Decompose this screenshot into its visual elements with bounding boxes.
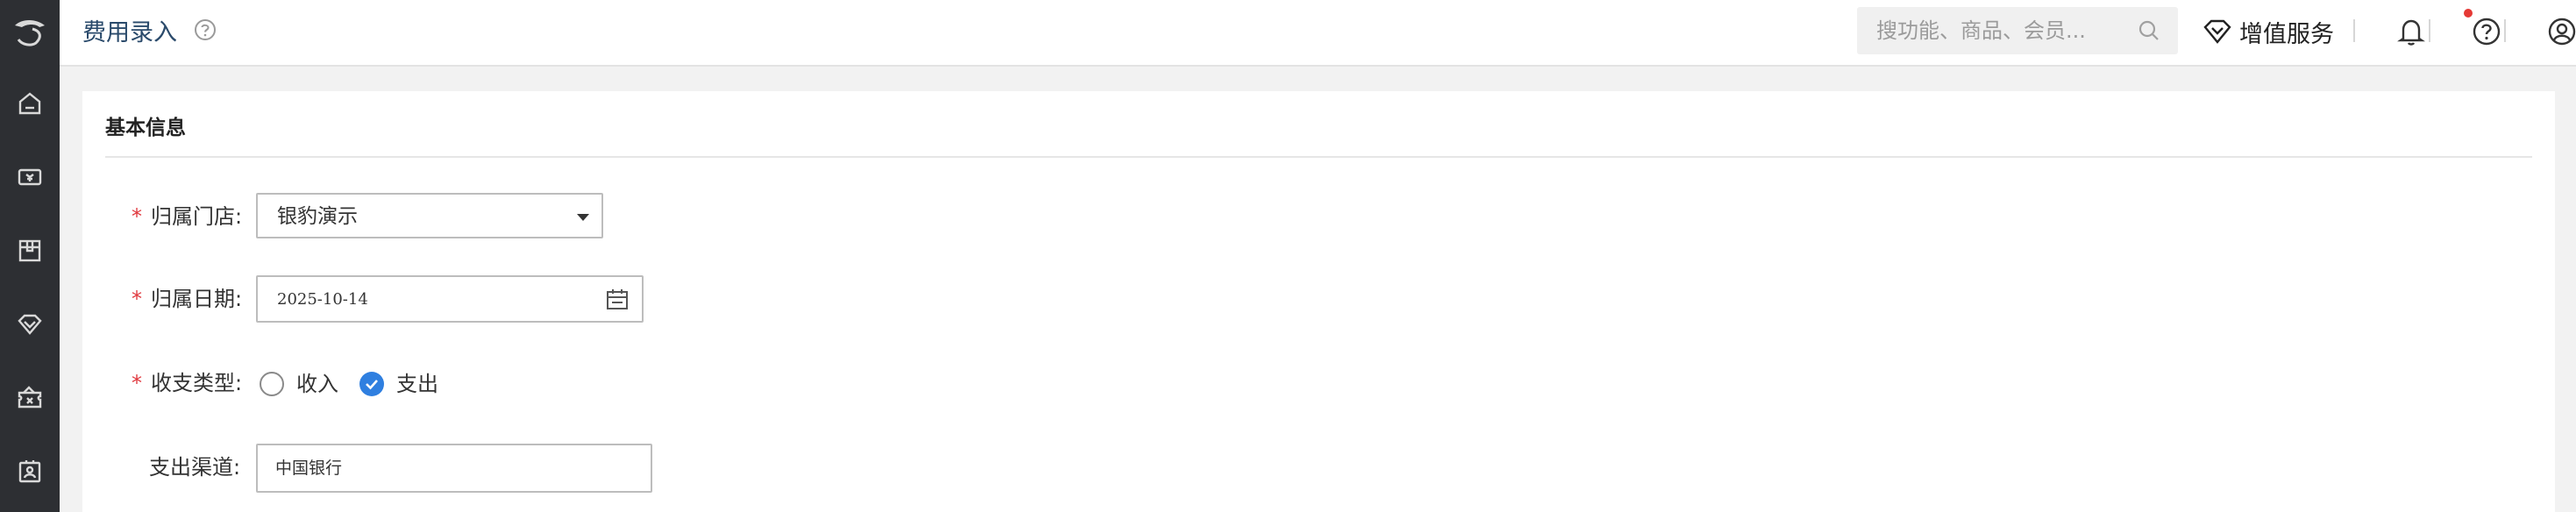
diamond-icon [2203,19,2231,44]
type-row: * 收支类型: 收入 支出 [82,359,696,407]
calendar-icon[interactable] [605,288,630,312]
goods-icon [18,239,41,262]
store-label-text: 归属门店: [151,204,243,229]
user-account-icon[interactable] [2544,14,2576,49]
store-row: * 归属门店: 银豹演示 [82,193,696,240]
required-mark: * [132,371,142,395]
date-label-text: 归属日期: [151,287,243,311]
cashier-icon [18,168,42,186]
store-select[interactable]: 银豹演示 [256,193,603,238]
radio-income-label: 收入 [296,372,338,396]
value-added-services-label: 增值服务 [2239,20,2334,48]
sidebar [0,0,60,512]
radio-checked-icon [359,372,384,396]
divider [2353,19,2355,42]
value-added-services-button[interactable]: 增值服务 [2202,12,2334,51]
radio-expense[interactable]: 支出 [359,370,438,398]
type-label-text: 收支类型: [151,371,243,395]
divider [2429,19,2430,42]
section-divider [105,156,2532,158]
divider [2504,19,2506,42]
store-select-value: 银豹演示 [277,205,358,228]
sidebar-item-coupon[interactable] [0,361,60,435]
radio-unchecked-icon [260,372,284,396]
required-mark: * [132,204,142,229]
global-search[interactable]: 搜功能、商品、会员... [1857,7,2178,54]
required-mark: * [132,287,142,311]
sidebar-item-cashier[interactable] [0,140,60,214]
basic-info-card: 基本信息 * 归属门店: 银豹演示 * 归属日期: 2025-10-14 * 收支类型… [82,91,2555,512]
logo-icon [15,20,45,46]
date-row: * 归属日期: 2025-10-14 [82,275,696,323]
channel-row: 支出渠道: [82,444,696,493]
caret-down-icon [577,214,589,221]
sidebar-item-home[interactable] [0,67,60,140]
channel-input[interactable] [275,457,626,476]
help-icon[interactable] [2469,14,2504,49]
radio-expense-label: 支出 [396,372,438,396]
search-placeholder: 搜功能、商品、会员... [1876,18,2086,43]
section-title: 基本信息 [105,117,186,139]
date-value: 2025-10-14 [277,290,368,309]
search-icon[interactable] [2138,19,2160,42]
staff-card-icon [18,460,41,483]
channel-label: 支出渠道: [149,455,241,480]
radio-income[interactable]: 收入 [260,370,338,398]
home-icon [18,92,41,115]
help-circle-icon[interactable] [193,18,217,42]
sidebar-item-staff[interactable] [0,435,60,508]
page-title: 费用录入 [82,19,177,46]
sidebar-item-goods[interactable] [0,214,60,288]
top-bar: 费用录入 搜功能、商品、会员... 增值服务 [60,0,2576,67]
logo[interactable] [0,0,60,65]
member-diamond-icon [18,314,42,335]
date-picker[interactable]: 2025-10-14 [256,275,644,323]
channel-input-wrapper [256,444,652,493]
sidebar-item-member[interactable] [0,288,60,361]
coupon-icon [18,386,42,409]
bell-icon[interactable] [2394,14,2429,49]
